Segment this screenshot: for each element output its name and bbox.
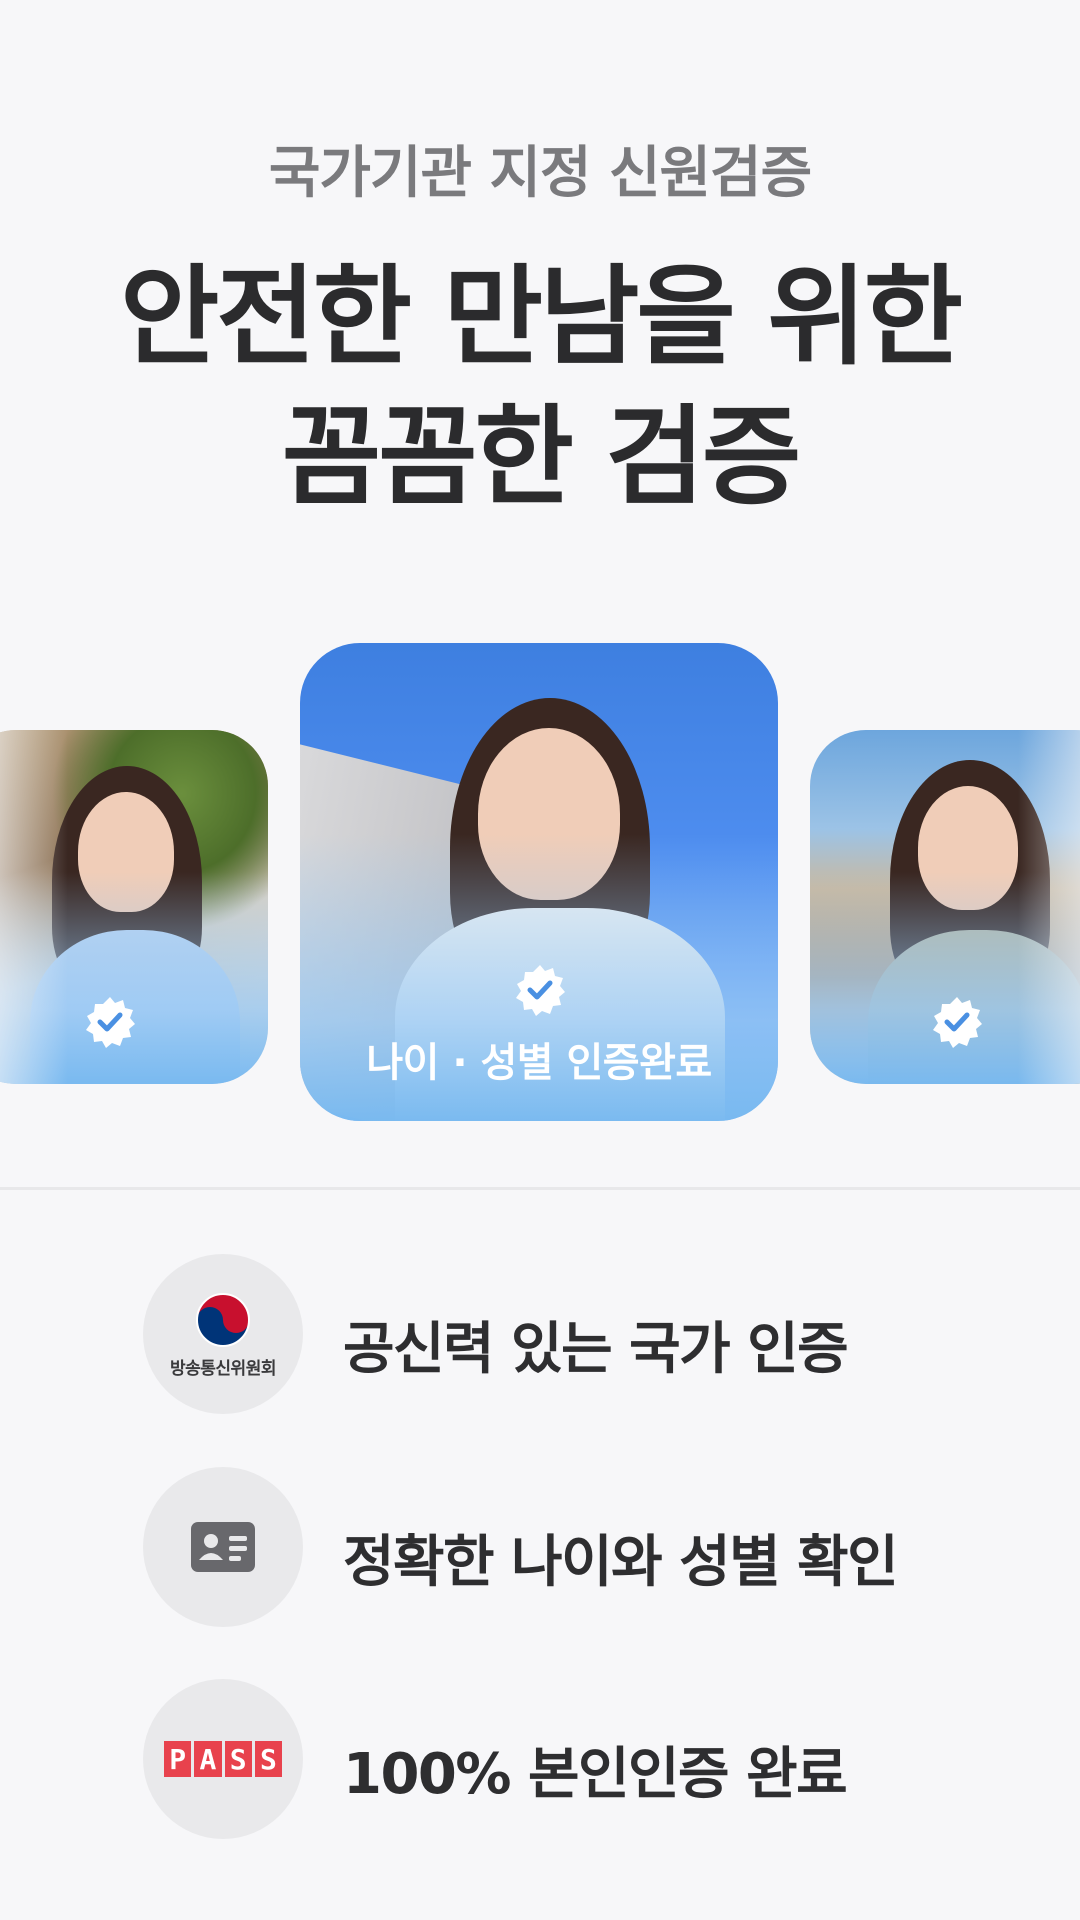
id-card-icon (143, 1467, 303, 1627)
verified-check-icon (86, 997, 135, 1048)
feature-label: 공신력 있는 국가 인증 (343, 1317, 849, 1382)
feature-label: 100% 본인인증 완료 (343, 1742, 848, 1807)
verified-check-icon (933, 997, 982, 1048)
headline-line-1: 안전한 만남을 위한 (119, 255, 963, 380)
pass-logo: P A S S (164, 1741, 282, 1777)
section-divider (0, 1187, 1080, 1190)
headline: 안전한 만남을 위한 꼼꼼한 검증 (0, 248, 1080, 528)
feature-label: 정확한 나이와 성별 확인 (343, 1530, 899, 1595)
verified-label: 나이 · 성별 인증완료 (366, 1040, 712, 1086)
kcc-logo-icon: 방송통신위원회 (143, 1254, 303, 1414)
taegeuk-icon (196, 1293, 250, 1347)
pass-logo-icon: P A S S (143, 1679, 303, 1839)
feature-national-certification: 방송통신위원회 공신력 있는 국가 인증 (143, 1254, 1043, 1414)
kcc-logo-text: 방송통신위원회 (170, 1359, 276, 1379)
feature-age-gender-check: 정확한 나이와 성별 확인 (143, 1467, 1043, 1627)
feature-identity-verified: P A S S 100% 본인인증 완료 (143, 1679, 1043, 1839)
header-subtitle: 국가기관 지정 신원검증 (268, 141, 812, 206)
verified-check-icon (516, 965, 565, 1016)
headline-line-2: 꼼꼼한 검증 (281, 395, 801, 520)
